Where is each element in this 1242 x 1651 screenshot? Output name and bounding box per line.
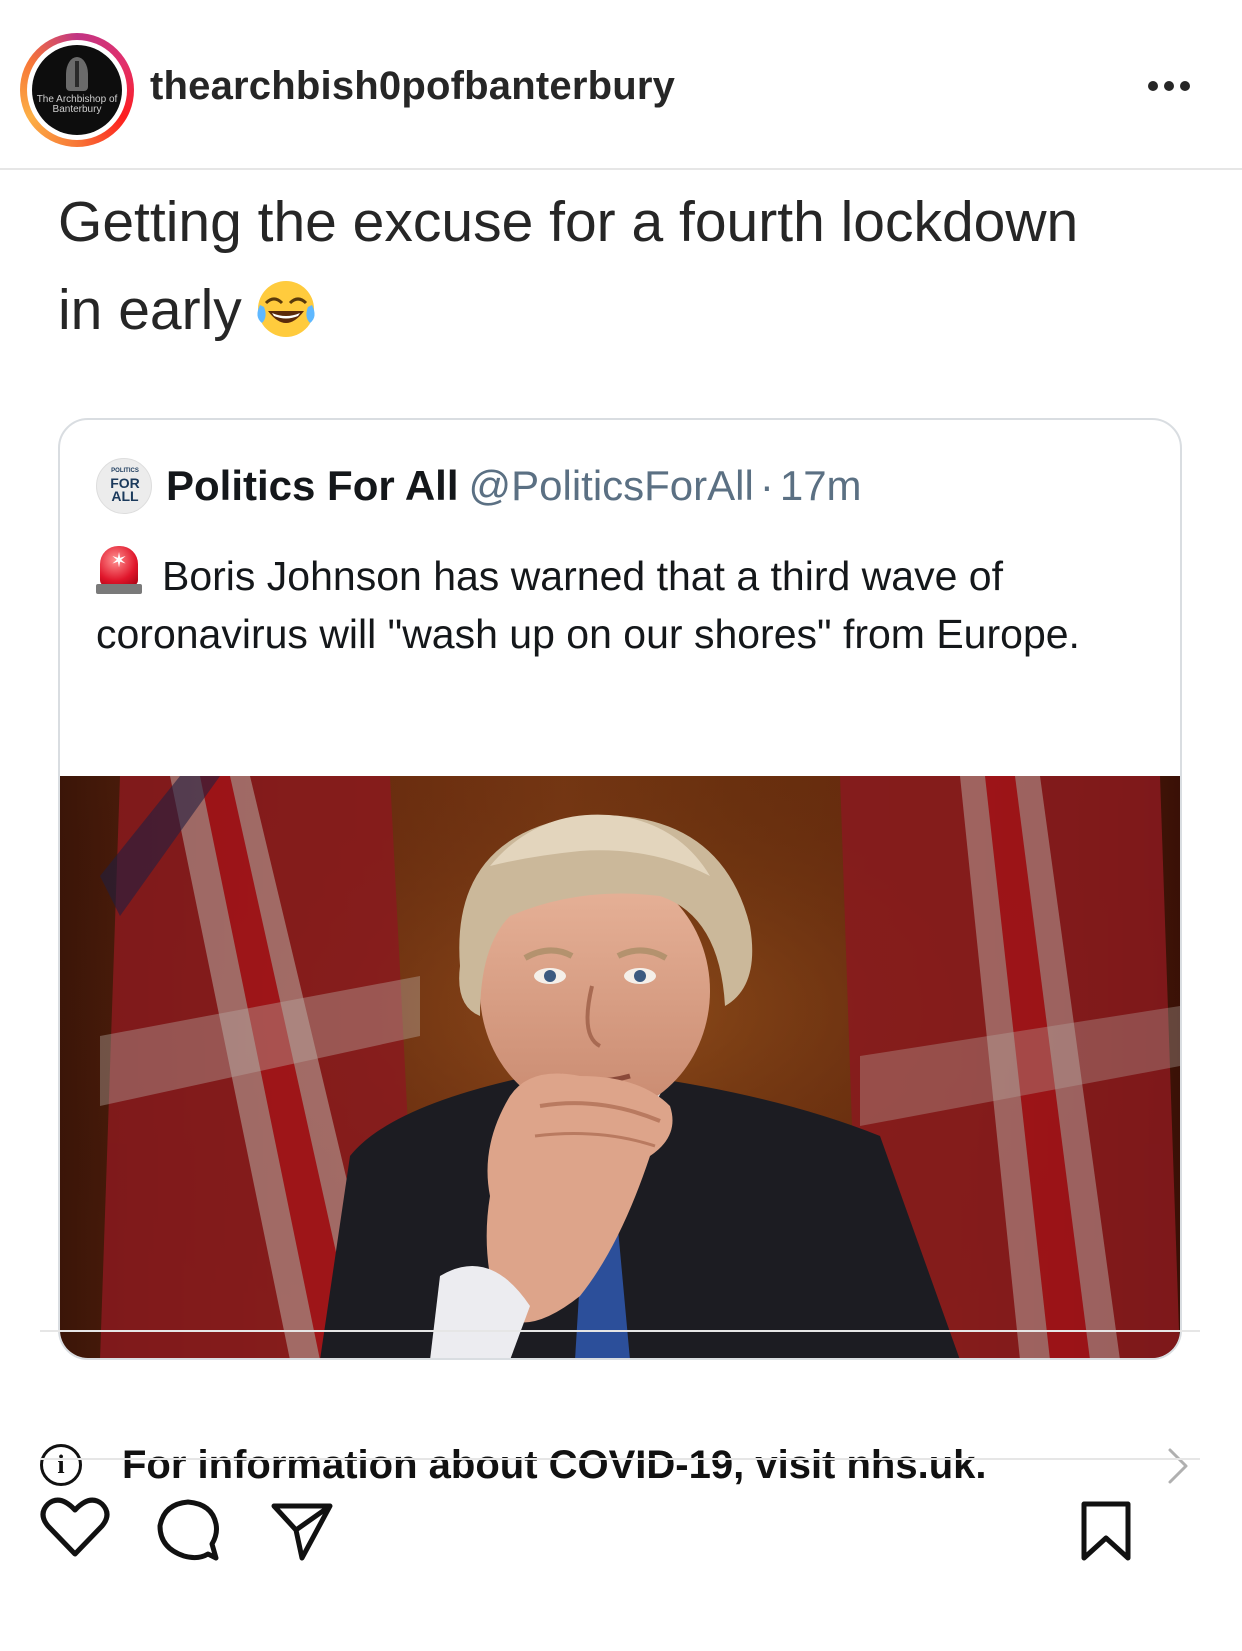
police-siren-icon: ✶ <box>96 544 142 596</box>
tweet-avatar-text-bottom: ALL <box>111 488 139 504</box>
siren-base <box>96 584 142 594</box>
more-dot <box>1148 81 1158 91</box>
quoted-tweet-card[interactable]: POLITICS FOR ALL Politics For All @Politi… <box>58 418 1182 1360</box>
tweet-avatar: POLITICS FOR ALL <box>96 458 152 514</box>
tweet-text: ✶ Boris Johnson has warned that a third … <box>96 544 1146 663</box>
tweet-photo-illustration <box>60 776 1180 1358</box>
covid-info-text: For information about COVID-19, visit nh… <box>122 1443 987 1487</box>
caption-line-1: Getting the excuse for a fourth lockdown <box>58 190 1079 254</box>
info-icon: i <box>40 1444 82 1486</box>
avatar-image: The Archbishop of Banterbury <box>32 45 122 135</box>
bookmark-icon[interactable] <box>1078 1500 1134 1564</box>
chevron-right-icon <box>1168 1448 1188 1484</box>
comment-icon[interactable] <box>156 1498 220 1562</box>
tweet-avatar-text-top: POLITICS <box>111 468 139 474</box>
send-icon[interactable] <box>270 1500 334 1562</box>
username[interactable]: thearchbish0pofbanterbury <box>150 64 675 109</box>
heart-icon[interactable] <box>40 1496 110 1560</box>
avatar-text-line2: Banterbury <box>52 104 102 115</box>
post-header: The Archbishop of Banterbury thearchbish… <box>0 0 1242 170</box>
tweet-time: 17m <box>779 462 862 509</box>
caption-line-2: in early <box>58 266 1178 354</box>
avatar[interactable]: The Archbishop of Banterbury <box>20 33 134 147</box>
more-dot <box>1164 81 1174 91</box>
tweet-handle: @PoliticsForAll <box>468 462 754 509</box>
mitre-icon <box>66 57 88 91</box>
divider <box>40 1458 1200 1460</box>
more-options-icon[interactable] <box>1148 78 1198 94</box>
tweet-author-name: Politics For All <box>166 462 459 509</box>
tweet-separator: · <box>759 462 774 509</box>
tweet-photo[interactable] <box>60 776 1180 1358</box>
divider <box>40 1330 1200 1332</box>
post-caption: Getting the excuse for a fourth lockdown… <box>58 178 1178 354</box>
avatar-caption: The Archbishop of Banterbury <box>32 95 122 115</box>
siren-star: ✶ <box>110 550 128 572</box>
caption-line-2-text: in early <box>58 278 242 342</box>
tweet-meta: Politics For All @PoliticsForAll · 17m <box>166 460 862 512</box>
avatar-frame: The Archbishop of Banterbury <box>27 40 127 140</box>
face-with-tears-of-joy-icon <box>254 277 318 341</box>
more-dot <box>1180 81 1190 91</box>
tweet-body: Boris Johnson has warned that a third wa… <box>96 553 1080 657</box>
